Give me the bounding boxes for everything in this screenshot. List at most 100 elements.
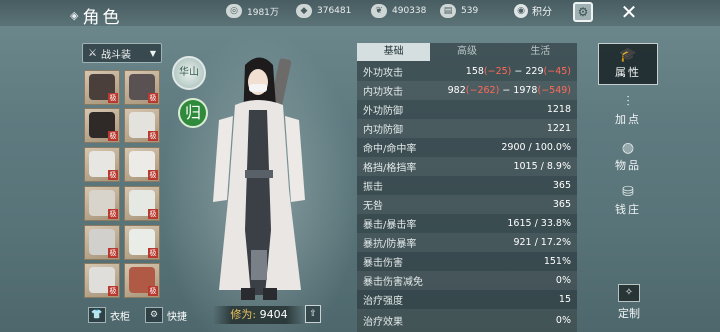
bank-icon: ⛁ (622, 184, 634, 200)
school-seal[interactable]: 华山 (172, 56, 206, 90)
equip-slot-shoulder[interactable]: 极 (124, 70, 160, 105)
jade-icon: ❦ (371, 4, 387, 18)
quick-label: 快捷 (167, 311, 187, 323)
quality-badge: 极 (108, 170, 118, 180)
side-menu: 🎓 属性 ⫶ 加点 ◍ 物品 ⛁ 钱庄 (598, 43, 658, 323)
tab-advanced[interactable]: 高级 (430, 43, 503, 61)
stat-value: 15 (558, 294, 571, 305)
tab-life[interactable]: 生活 (504, 43, 577, 61)
customize-label: 定制 (618, 307, 640, 320)
quality-badge: 极 (148, 93, 158, 103)
stat-value: 158(−25) − 229(−45) (465, 66, 571, 77)
stat-label: 外功攻击 (363, 68, 403, 79)
cultivation-bar: 修为: 9404 (213, 306, 305, 324)
stat-label: 暴击/暴击率 (363, 220, 417, 231)
arrow-up-icon[interactable]: ⇧ (305, 305, 321, 323)
page-title: 角色 (82, 8, 123, 28)
equip-slot-bracelet[interactable]: 极 (124, 186, 160, 221)
stat-label: 内功攻击 (363, 87, 403, 98)
stat-row: 暴击/暴击率 1615 / 33.8% (357, 214, 577, 233)
silver-icon: ◆ (296, 4, 312, 18)
stat-row: 暴击伤害减免 0% (357, 271, 577, 290)
quality-badge: 极 (108, 248, 118, 258)
tab-basic[interactable]: 基础 (357, 43, 431, 61)
diamond-icon: ◈ (70, 9, 79, 22)
stat-row: 暴抗/防暴率 921 / 17.2% (357, 233, 577, 252)
equip-slot-ring[interactable]: 极 (124, 225, 160, 260)
stats-tabs: 基础 高级 生活 (357, 43, 577, 61)
close-icon[interactable]: ✕ (618, 0, 640, 24)
currency-silver[interactable]: ◆ 376481 (296, 4, 351, 18)
ticket-icon: ▤ (440, 4, 456, 18)
outfit-dropdown[interactable]: ⚔ 战斗装 ▼ (82, 43, 162, 63)
character-model[interactable] (205, 50, 315, 305)
stat-row: 外功防御 1218 (357, 100, 577, 119)
stat-value: 921 / 17.2% (513, 237, 571, 248)
menu-item-label: 物品 (615, 159, 641, 172)
stats-panel: 基础 高级 生活 外功攻击 158(−25) − 229(−45) 内功攻击 9… (357, 43, 577, 332)
stat-label: 治疗效果 (363, 317, 403, 328)
robe (213, 100, 305, 295)
menu-item-label: 属性 (615, 66, 641, 79)
equip-slot-chest[interactable]: 极 (84, 147, 120, 182)
currency-coin[interactable]: ◎ 1981万 (226, 4, 279, 18)
stat-label: 格挡/格挡率 (363, 163, 417, 174)
stat-value: 2900 / 100.0% (501, 142, 571, 153)
equip-slot-necklace[interactable]: 极 (124, 108, 160, 143)
wardrobe-button[interactable]: 👕 衣柜 (88, 306, 130, 324)
points-label: 积分 (532, 7, 552, 18)
settings-icon[interactable]: ⚙ (573, 2, 593, 22)
sword-icon: ⚔ (88, 47, 97, 59)
currency-value: 1981万 (247, 7, 279, 18)
stat-row: 无咎 365 (357, 195, 577, 214)
equip-slot-glove[interactable]: 极 (124, 147, 160, 182)
quality-badge: 极 (148, 131, 158, 141)
stat-label: 治疗强度 (363, 296, 403, 307)
sliders-icon: ⫶ (626, 94, 630, 110)
quality-badge: 极 (108, 286, 118, 296)
menu-item-items[interactable]: ◍ 物品 (598, 137, 658, 179)
equip-slot-pants[interactable]: 极 (84, 225, 120, 260)
menu-item-attributes[interactable]: 🎓 属性 (598, 43, 658, 85)
equip-slot-head[interactable]: 极 (84, 108, 120, 143)
quality-badge: 极 (148, 209, 158, 219)
points-button[interactable]: ◉ 积分 (514, 3, 552, 18)
gui-badge[interactable]: 归 (178, 98, 208, 128)
customize-button[interactable]: ✧ 定制 (612, 284, 646, 324)
mask (249, 84, 267, 92)
equip-slot-boots[interactable]: 极 (84, 263, 120, 298)
currency-value: 539 (461, 6, 479, 16)
chevron-down-icon: ▼ (149, 48, 156, 58)
stat-row: 治疗效果 0% (357, 309, 577, 332)
quality-badge: 极 (148, 170, 158, 180)
stat-label: 无咎 (363, 201, 383, 212)
stat-value: 365 (552, 199, 571, 210)
quality-badge: 极 (148, 286, 158, 296)
shirt-icon: 👕 (88, 307, 106, 323)
menu-item-points[interactable]: ⫶ 加点 (598, 91, 658, 133)
cultivation-label: 修为 (230, 308, 253, 321)
currency-value: 376481 (317, 6, 352, 16)
quality-badge: 极 (108, 131, 118, 141)
currency-value: 490338 (392, 6, 427, 16)
currency-jade[interactable]: ❦ 490338 (371, 4, 426, 18)
wand-icon: ✧ (618, 284, 640, 302)
stat-row: 振击 365 (357, 176, 577, 195)
currency-ticket[interactable]: ▤ 539 (440, 4, 478, 18)
equip-slot-pendant[interactable]: 极 (124, 263, 160, 298)
stat-row: 内功防御 1221 (357, 119, 577, 138)
stat-row: 内功攻击 982(−262) − 1978(−549) (357, 81, 577, 100)
attribute-icon: 🎓 (619, 47, 637, 63)
quick-button[interactable]: ⚙ 快捷 (145, 306, 187, 324)
stat-label: 外功防御 (363, 106, 403, 117)
menu-item-bank[interactable]: ⛁ 钱庄 (598, 181, 658, 223)
equip-slot-bracer[interactable]: 极 (84, 70, 120, 105)
stat-value: 1221 (546, 123, 571, 134)
stat-label: 命中/命中率 (363, 144, 417, 155)
stat-value: 0% (555, 315, 571, 326)
equip-slot-belt[interactable]: 极 (84, 186, 120, 221)
stat-row: 命中/命中率 2900 / 100.0% (357, 138, 577, 157)
quality-badge: 极 (108, 93, 118, 103)
stat-value: 982(−262) − 1978(−549) (447, 85, 571, 96)
stat-label: 暴击伤害减免 (363, 277, 423, 288)
